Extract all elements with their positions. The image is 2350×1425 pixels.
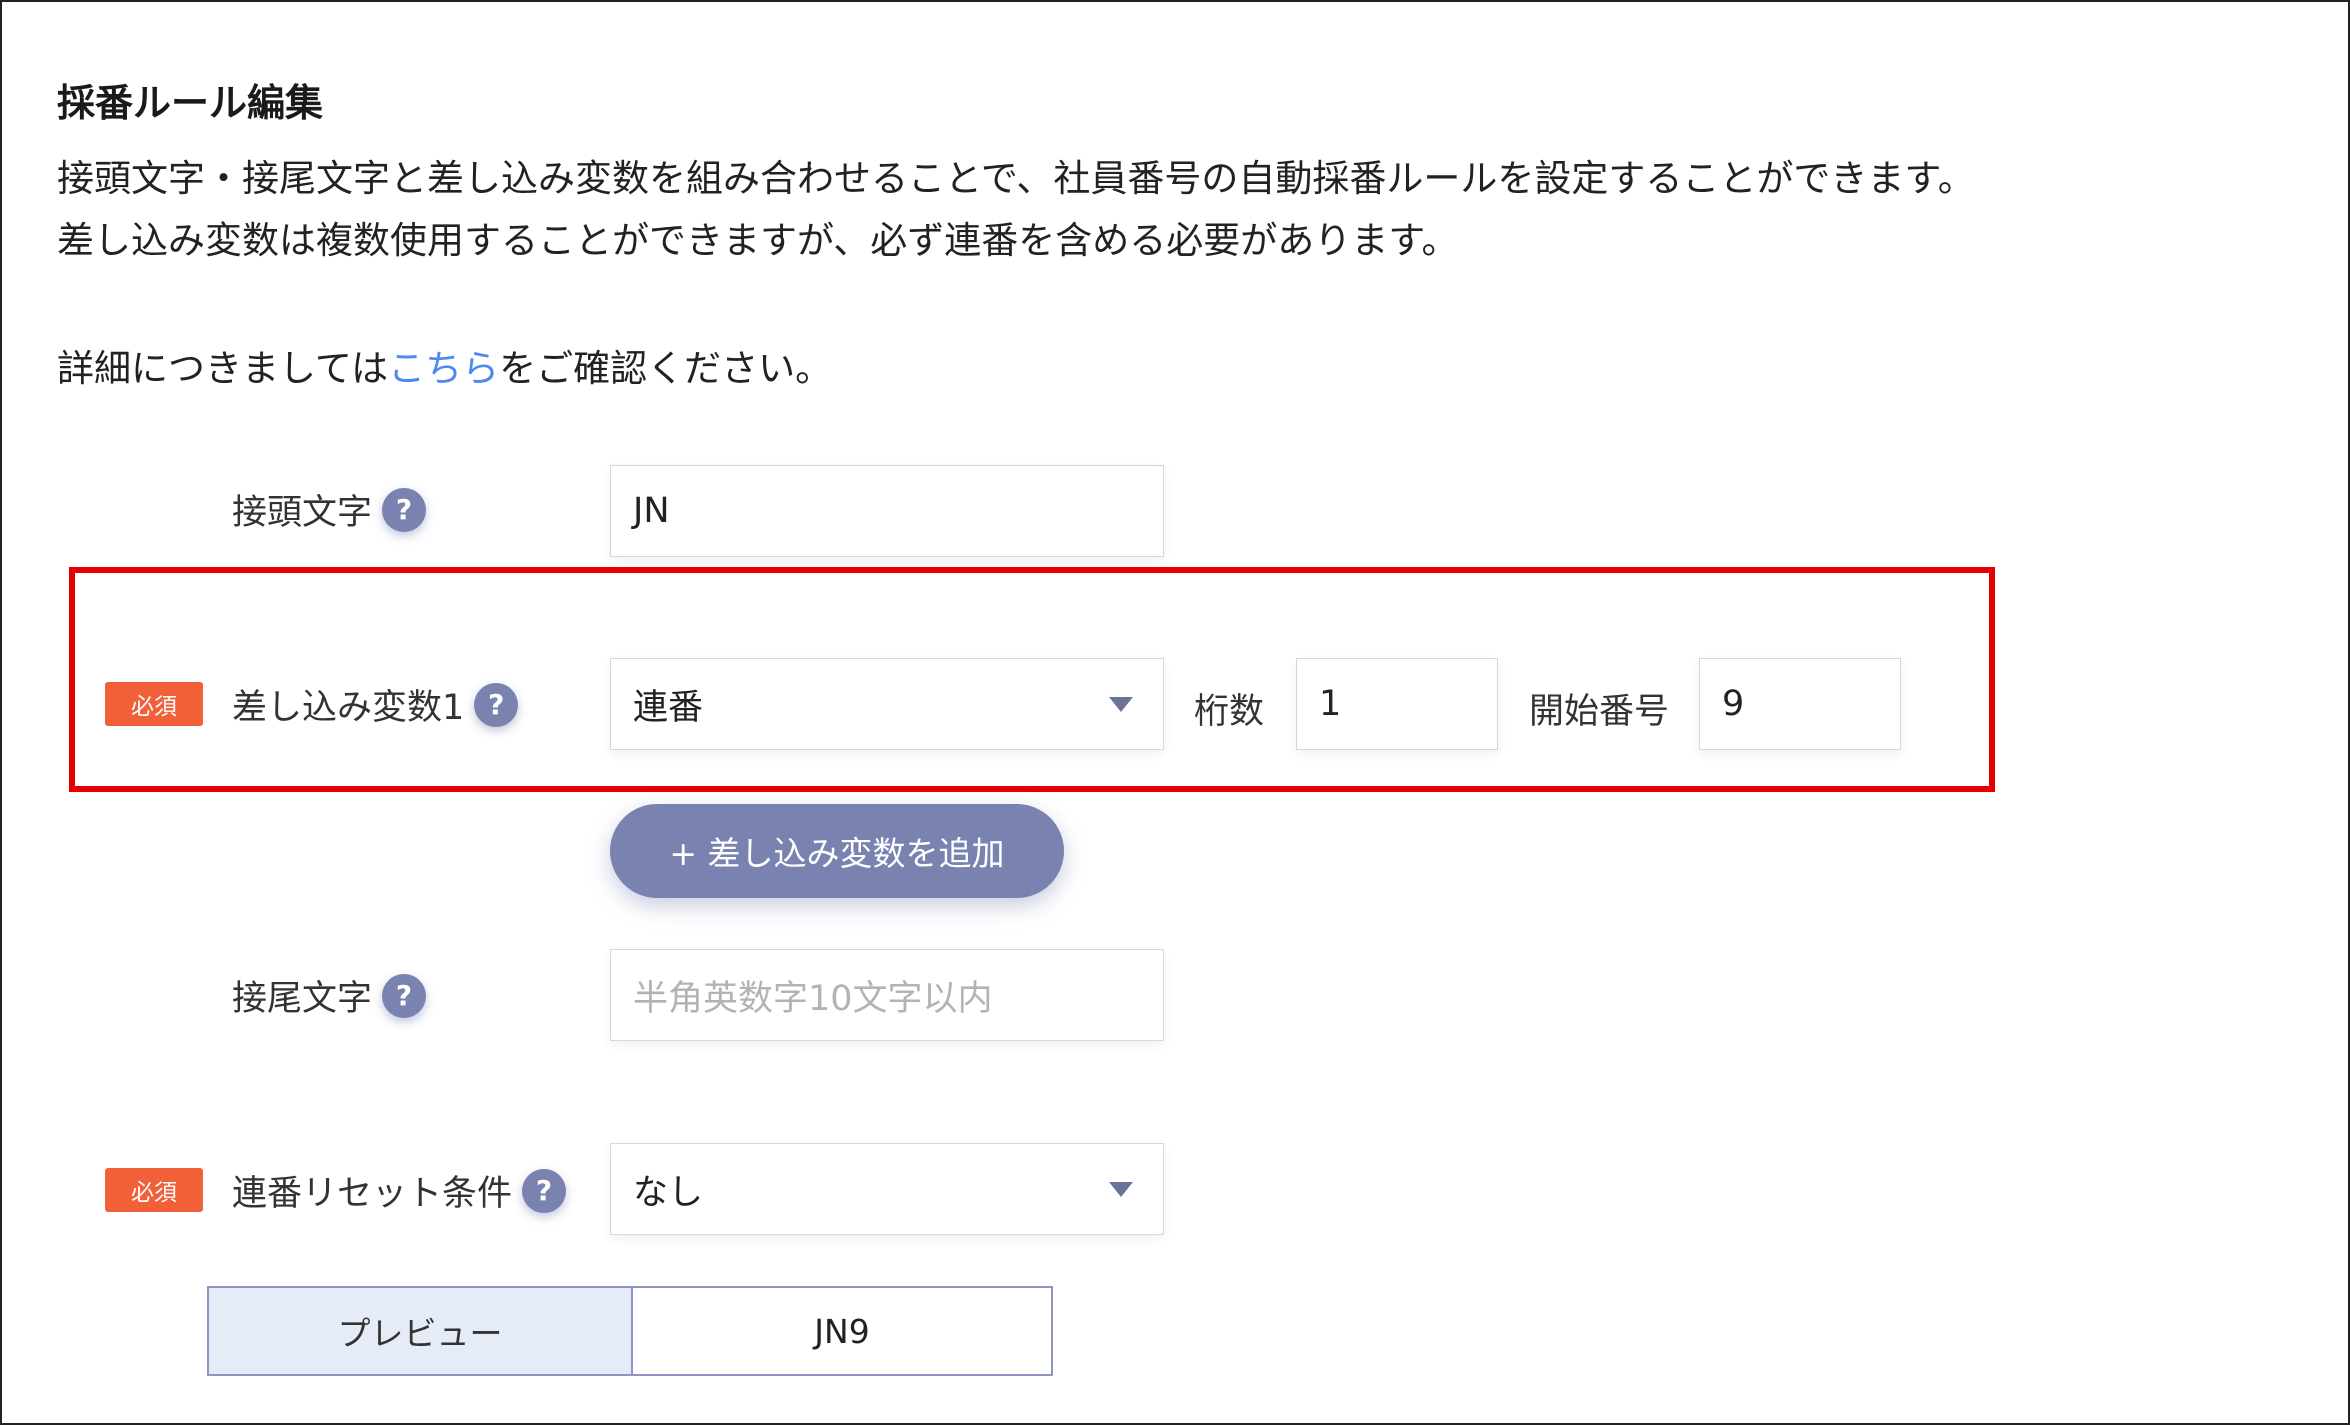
help-icon[interactable]: ? <box>382 487 427 532</box>
prefix-label-text: 接頭文字 <box>232 493 373 533</box>
start-number-value: 9 <box>1722 684 1745 724</box>
help-icon[interactable]: ? <box>522 1168 567 1213</box>
description-line-1: 接頭文字・接尾文字と差し込み変数を組み合わせることで、社員番号の自動採番ルールを… <box>57 157 1975 200</box>
add-variable-button[interactable]: + 差し込み変数を追加 <box>610 804 1064 898</box>
reset-condition-selected: なし <box>633 1172 704 1213</box>
variable1-label-text: 差し込み変数1 <box>232 688 465 728</box>
chevron-down-icon <box>1109 1182 1133 1197</box>
detail-suffix: をご確認ください。 <box>499 347 833 390</box>
help-icon[interactable]: ? <box>474 682 519 727</box>
digits-value: 1 <box>1319 684 1342 724</box>
page-title: 採番ルール編集 <box>57 81 324 125</box>
prefix-input[interactable]: JN <box>610 465 1164 557</box>
help-icon[interactable]: ? <box>382 973 427 1018</box>
required-badge: 必須 <box>105 682 203 726</box>
detail-prefix: 詳細につきましては <box>57 347 389 390</box>
required-badge: 必須 <box>105 1168 203 1212</box>
digits-input[interactable]: 1 <box>1296 658 1498 750</box>
settings-panel: 採番ルール編集 接頭文字・接尾文字と差し込み変数を組み合わせることで、社員番号の… <box>0 0 2350 1425</box>
suffix-placeholder: 半角英数字10文字以内 <box>633 978 993 1019</box>
reset-condition-label: 連番リセット条件 ? <box>232 1165 567 1216</box>
preview-label: プレビュー <box>209 1288 633 1374</box>
preview-box: プレビュー JN9 <box>207 1286 1053 1376</box>
start-number-label: 開始番号 <box>1529 692 1670 732</box>
prefix-label: 接頭文字 ? <box>232 484 427 535</box>
reset-condition-select[interactable]: なし <box>610 1143 1164 1235</box>
reset-condition-label-text: 連番リセット条件 <box>232 1174 513 1214</box>
suffix-label: 接尾文字 ? <box>232 970 427 1021</box>
digits-label: 桁数 <box>1194 692 1265 732</box>
variable1-label: 差し込み変数1 ? <box>232 679 519 730</box>
variable1-select[interactable]: 連番 <box>610 658 1164 750</box>
start-number-input[interactable]: 9 <box>1699 658 1901 750</box>
details-link[interactable]: こちら <box>388 347 499 390</box>
detail-text: 詳細につきましてはこちらをご確認ください。 <box>57 338 832 392</box>
preview-value: JN9 <box>814 1311 870 1351</box>
suffix-input[interactable]: 半角英数字10文字以内 <box>610 949 1164 1041</box>
variable1-selected: 連番 <box>633 687 704 728</box>
description-line-2: 差し込み変数は複数使用することができますが、必ず連番を含める必要があります。 <box>57 219 1459 262</box>
suffix-label-text: 接尾文字 <box>232 979 373 1019</box>
chevron-down-icon <box>1109 697 1133 712</box>
prefix-input-value: JN <box>633 491 670 531</box>
